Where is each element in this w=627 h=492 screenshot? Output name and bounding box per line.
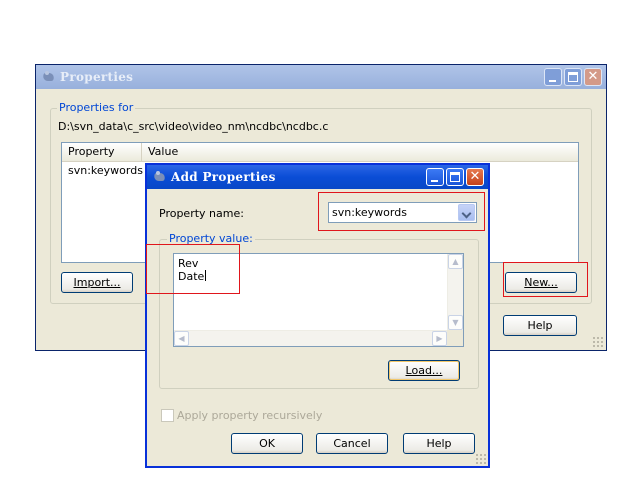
minimize-button[interactable] [544,68,562,86]
text-caret [205,270,207,281]
close-icon: ✕ [587,69,599,84]
new-button[interactable]: New... [505,272,577,293]
vertical-scrollbar[interactable]: ▲ ▼ [447,254,463,330]
minimize-button[interactable] [426,168,444,186]
property-name-combobox[interactable]: svn:keywords [328,202,477,223]
resize-grip-icon[interactable] [592,336,604,348]
ok-button[interactable]: OK [231,433,303,454]
properties-title: Properties [60,70,134,84]
tortoise-app-icon [153,171,166,183]
scroll-left-icon[interactable]: ◀ [174,331,189,346]
column-header-property[interactable]: Property [62,143,142,161]
file-path: D:\svn_data\c_src\video\video_nm\ncdbc\n… [58,120,329,133]
add-properties-titlebar[interactable]: Add Properties ✕ [147,165,488,189]
property-name-label: Property name: [159,207,244,220]
apply-recursively-label: Apply property recursively [177,409,323,422]
chevron-down-icon[interactable] [458,204,475,221]
property-value-textarea[interactable]: Rev Date ▲ ▼ ◀ ▶ [173,253,464,347]
value-line: Rev [178,257,199,270]
property-value-label: Property value: [167,232,255,245]
maximize-button[interactable] [564,68,582,86]
apply-recursively-checkbox[interactable] [161,409,174,422]
property-value-group: Property value: Rev Date ▲ ▼ ◀ ▶ Load... [159,232,479,389]
list-header: Property Value [62,143,578,162]
maximize-button[interactable] [446,168,464,186]
cancel-button[interactable]: Cancel [316,433,388,454]
scrollbar-corner [447,330,463,346]
import-button[interactable]: Import... [61,272,133,293]
horizontal-scrollbar[interactable]: ◀ ▶ [174,330,447,346]
add-properties-title: Add Properties [171,170,276,184]
tortoise-app-icon [42,71,55,83]
close-icon: ✕ [469,169,481,184]
minimize-icon [431,180,438,182]
properties-for-label: Properties for [57,101,136,114]
help-button[interactable]: Help [403,433,475,454]
column-header-value[interactable]: Value [142,143,578,161]
close-button[interactable]: ✕ [466,168,484,186]
properties-titlebar[interactable]: Properties ✕ [36,65,606,89]
load-button[interactable]: Load... [388,360,460,381]
resize-grip-icon[interactable] [475,453,487,465]
scroll-down-icon[interactable]: ▼ [448,315,463,330]
minimize-icon [549,80,556,82]
properties-help-button[interactable]: Help [503,315,577,336]
maximize-icon [568,72,578,82]
scroll-right-icon[interactable]: ▶ [432,331,447,346]
close-button[interactable]: ✕ [584,68,602,86]
property-name-value: svn:keywords [332,206,407,219]
scroll-up-icon[interactable]: ▲ [448,254,463,269]
maximize-icon [450,172,460,182]
add-properties-window: Add Properties ✕ Property name: svn:keyw… [145,163,490,468]
value-line: Date [178,270,207,283]
list-item-property: svn:keywords [68,164,143,177]
